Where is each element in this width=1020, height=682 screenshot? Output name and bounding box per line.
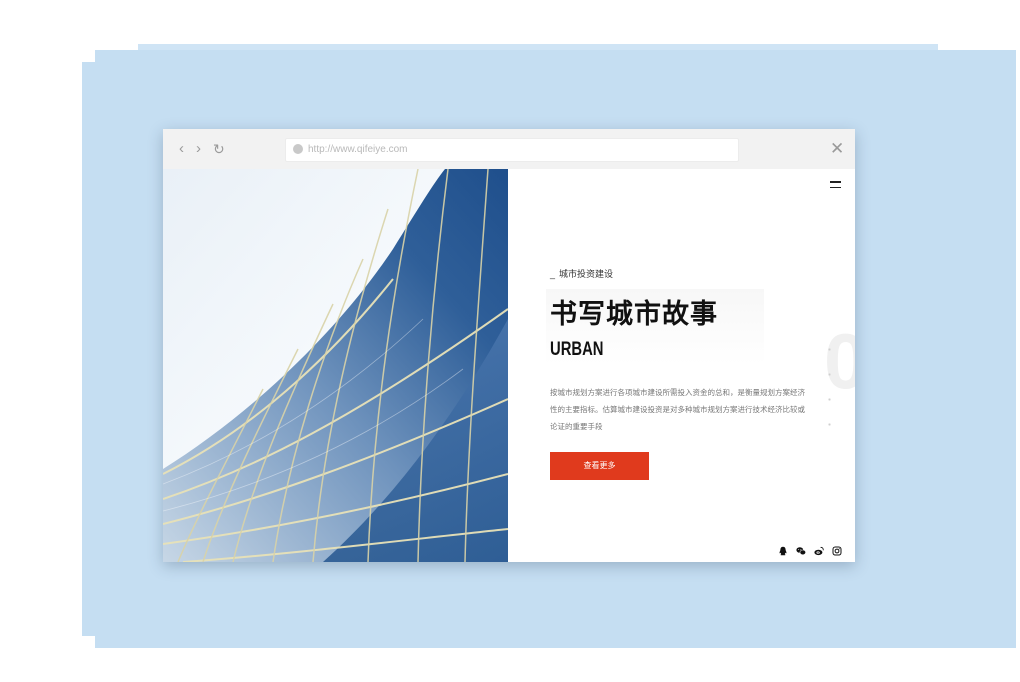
glass-building-illustration [163,169,508,562]
instagram-icon[interactable] [832,546,842,556]
page-description: 按城市规划方案进行各项城市建设所需投入资金的总和，是衡量规划方案经济性的主要指标… [550,388,805,431]
browser-window: ‹ › ↻ http://www.qifeiye.com ✕ 0 _ 城市投资建… [163,129,855,562]
close-icon[interactable]: ✕ [830,139,844,159]
view-more-button[interactable]: 查看更多 [550,452,649,480]
address-bar[interactable]: http://www.qifeiye.com [285,138,739,162]
hamburger-menu-icon[interactable] [830,181,841,192]
page-subtitle: URBAN [550,339,604,360]
browser-toolbar: ‹ › ↻ http://www.qifeiye.com ✕ [163,129,855,170]
chevron-left-icon[interactable]: ‹ [179,139,184,159]
wechat-icon[interactable] [796,546,806,556]
section-kicker: _ 城市投资建设 [550,267,613,280]
address-text: http://www.qifeiye.com [308,144,408,155]
qq-icon[interactable] [778,546,788,556]
kicker-dash: _ [550,269,556,279]
page-title: 书写城市故事 [550,299,718,329]
content-panel: 0 _ 城市投资建设 书写城市故事 URBAN 按城市规划方案进行各项城市建设所需… [508,169,855,562]
globe-icon [293,144,303,154]
hero-image [163,169,508,562]
chevron-right-icon[interactable]: › [196,139,201,159]
backdrop-edge-inner [88,70,104,630]
weibo-icon[interactable] [814,546,824,556]
reload-icon[interactable]: ↻ [213,139,225,159]
slide-pagination-dots[interactable] [828,337,831,437]
kicker-text: 城市投资建设 [559,269,614,279]
